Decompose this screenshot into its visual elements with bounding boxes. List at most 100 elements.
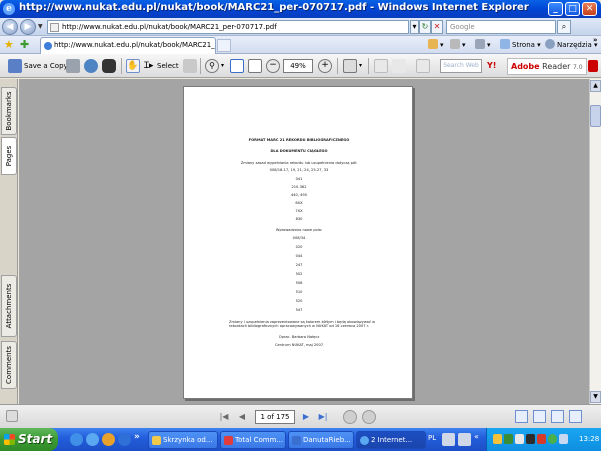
close-button[interactable]: ✕ [582, 2, 597, 16]
tray-monitor-icon[interactable] [526, 434, 535, 444]
print-icon[interactable]: ▾ [475, 39, 491, 49]
doc-changed-field: 041 [295, 177, 303, 181]
fit-page-icon[interactable] [248, 59, 262, 73]
tray-expand-icon[interactable]: « [474, 432, 479, 441]
scroll-thumb[interactable] [590, 105, 601, 127]
doc-changed-field: 6XX [295, 201, 303, 205]
email-icon[interactable] [84, 59, 98, 73]
tab-bar: ★ ✚ http://www.nukat.edu.pl/nukat/book/M… [0, 36, 601, 54]
doc-author: Oprac. Barbara Nałęcz [278, 335, 320, 339]
tray-network-icon[interactable] [493, 434, 502, 444]
tray-usb-icon[interactable] [559, 434, 568, 444]
quicklaunch-ie-icon[interactable] [86, 433, 99, 446]
tray-keyboard-icon[interactable] [442, 433, 455, 446]
feeds-icon[interactable]: ▾ [450, 39, 466, 49]
select-button[interactable]: Select [157, 58, 179, 74]
tray-volume-icon[interactable] [515, 434, 524, 444]
vertical-scrollbar[interactable]: ▲ ▼ [589, 79, 601, 404]
rotate-icon[interactable] [374, 59, 388, 73]
search-icon[interactable]: ⌕ [557, 20, 571, 34]
first-page-icon[interactable]: |◀ [218, 411, 230, 423]
forward-button[interactable]: ▶ [20, 19, 36, 35]
back-button[interactable]: ◀ [2, 19, 18, 35]
document-view[interactable]: FORMAT MARC 21 REKORDU BIBLIOGRAFICZNEGO… [19, 79, 589, 404]
previous-view-button[interactable] [343, 410, 357, 424]
zoom-in-icon[interactable]: + [318, 59, 332, 73]
clock[interactable]: 13:28 [579, 428, 599, 451]
page-menu[interactable]: Strona ▾ [500, 39, 541, 49]
quicklaunch-media-icon[interactable] [118, 433, 131, 446]
doc-new-field: 008/34 [292, 236, 306, 240]
favorites-star-icon[interactable]: ★ [4, 38, 14, 51]
quicklaunch-desktop-icon[interactable] [70, 433, 83, 446]
url-dropdown-icon[interactable]: ▾ [410, 20, 419, 34]
save-copy-icon [8, 59, 22, 73]
tools-menu[interactable]: Narzędzia ▾ [545, 39, 598, 49]
scroll-down-icon[interactable]: ▼ [590, 391, 601, 403]
new-tab-button[interactable] [217, 39, 231, 52]
doc-changed-field: 008/18-17, 19, 21, 24, 25-27, 33 [269, 168, 329, 172]
zoom-out-icon[interactable]: − [266, 59, 280, 73]
doc-footer: Centrum NUKAT, maj 2007 [274, 343, 324, 347]
maximize-button[interactable]: □ [565, 2, 580, 16]
zoom-input[interactable]: 49% [283, 59, 313, 73]
taskbar-item-document[interactable]: DanutaRieb... [288, 431, 354, 449]
minimize-button[interactable]: _ [548, 2, 563, 16]
mail-icon [152, 436, 161, 445]
tab-bookmarks[interactable]: Bookmarks [1, 87, 17, 135]
yahoo-icon[interactable]: Y! [487, 58, 496, 74]
binoculars-icon[interactable] [102, 59, 116, 73]
zoom-dropdown-icon[interactable]: ▾ [221, 58, 224, 74]
quicklaunch-more-icon[interactable]: » [134, 432, 140, 442]
continuous-page-icon[interactable] [533, 410, 546, 423]
tray-security-icon[interactable] [537, 434, 546, 444]
print-icon[interactable] [66, 59, 80, 73]
doc-new-field: 506 [295, 281, 303, 285]
acrobat-toolbar: Save a Copy ✋ Ɪ▸ Select ⚲ ▾ − 49% + ▾ Se… [0, 54, 601, 78]
refresh-icon[interactable]: ↻ [419, 20, 431, 34]
url-text: http://www.nukat.edu.pl/nukat/book/MARC2… [62, 23, 277, 31]
tray-update-icon[interactable] [548, 434, 557, 444]
snapshot-icon[interactable] [183, 59, 197, 73]
actual-size-icon[interactable] [230, 59, 244, 73]
layout-dropdown-icon[interactable]: ▾ [359, 58, 362, 74]
chevron-more-icon[interactable]: » [593, 36, 598, 44]
continuous-facing-icon[interactable] [569, 410, 582, 423]
taskbar-item-total-commander[interactable]: Total Comm... [220, 431, 286, 449]
save-copy-button[interactable]: Save a Copy [24, 58, 68, 74]
doc-changes-intro: Zmiany zasad wypełniania rekordu lub uzu… [240, 161, 358, 165]
facing-page-icon[interactable] [551, 410, 564, 423]
home-icon[interactable]: ▾ [428, 39, 444, 49]
taskbar-item-internet-explorer[interactable]: 2 Internet... [356, 431, 426, 449]
taskbar-item-mail[interactable]: Skrzynka od... [148, 431, 218, 449]
hand-tool-icon[interactable]: ✋ [126, 59, 140, 73]
tab-attachments[interactable]: Attachments [1, 275, 17, 337]
previous-page-icon[interactable]: ◀ [236, 411, 248, 423]
document-icon[interactable] [416, 59, 430, 73]
tab-pages[interactable]: Pages [1, 137, 17, 175]
zoom-tool-icon[interactable]: ⚲ [205, 59, 219, 73]
stop-icon[interactable]: ✕ [431, 20, 443, 34]
add-favorites-icon[interactable]: ✚ [20, 38, 29, 51]
quicklaunch-firefox-icon[interactable] [102, 433, 115, 446]
tray-antivirus-icon[interactable] [504, 434, 513, 444]
next-page-icon[interactable]: ▶ [300, 411, 312, 423]
scroll-up-icon[interactable]: ▲ [590, 80, 601, 92]
internet-explorer-icon: e [3, 3, 15, 15]
page-options-icon[interactable] [6, 410, 18, 422]
search-input[interactable]: Google [446, 20, 556, 34]
undo-icon[interactable] [392, 59, 406, 73]
history-dropdown-icon[interactable]: ▼ [38, 23, 43, 30]
start-button[interactable]: Start [0, 428, 58, 451]
page-counter[interactable]: 1 of 175 [255, 410, 295, 424]
tab-comments[interactable]: Comments [1, 341, 17, 389]
single-page-icon[interactable] [515, 410, 528, 423]
search-web-input[interactable]: Search Web [440, 59, 482, 73]
next-view-button[interactable] [362, 410, 376, 424]
last-page-icon[interactable]: ▶| [317, 411, 329, 423]
page-layout-icon[interactable] [343, 59, 357, 73]
tray-help-icon[interactable] [458, 433, 471, 446]
language-indicator[interactable]: PL [428, 434, 436, 442]
browser-tab[interactable]: http://www.nukat.edu.pl/nukat/book/MARC2… [40, 37, 216, 54]
url-input[interactable]: http://www.nukat.edu.pl/nukat/book/MARC2… [47, 20, 409, 34]
